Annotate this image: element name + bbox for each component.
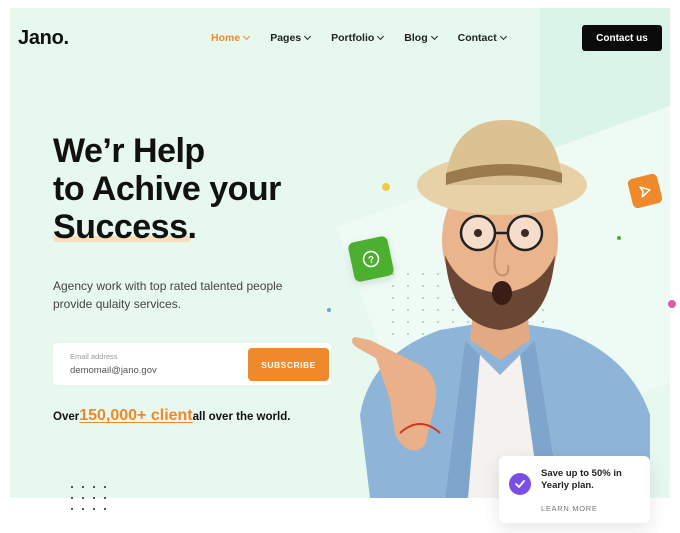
nav-item-label: Contact bbox=[457, 32, 497, 44]
headline-line: We’r Help bbox=[53, 132, 205, 170]
person-illustration bbox=[351, 120, 650, 498]
learn-more-link[interactable]: LEARN MORE bbox=[541, 504, 598, 513]
hero-subtext: Agency work with top rated talented peop… bbox=[53, 279, 283, 311]
nav-item-blog[interactable]: Blog bbox=[404, 32, 438, 44]
logo[interactable]: Jano. bbox=[18, 27, 69, 50]
contact-us-button[interactable]: Contact us bbox=[582, 25, 662, 51]
clients-count: 150,000+ client bbox=[79, 407, 193, 424]
check-icon bbox=[509, 473, 531, 495]
chevron-down-icon bbox=[243, 32, 251, 41]
nav-item-label: Blog bbox=[404, 32, 428, 44]
promo-title: Save up to 50% in Yearly plan. bbox=[541, 468, 622, 491]
promo-card: Save up to 50% in Yearly plan. LEARN MOR… bbox=[499, 456, 650, 523]
subscribe-button[interactable]: SUBSCRIBE bbox=[248, 348, 329, 381]
nav-item-label: Pages bbox=[270, 32, 302, 44]
clients-prefix: Over bbox=[53, 411, 80, 423]
nav-item-label: Home bbox=[211, 32, 241, 44]
nav-item-label: Portfolio bbox=[331, 32, 375, 44]
clients-suffix: all over the world. bbox=[192, 411, 291, 423]
dot-pattern bbox=[71, 486, 106, 510]
email-label: Email address bbox=[70, 352, 118, 361]
question-bubble-icon: ? bbox=[347, 235, 395, 283]
nav-item-portfolio[interactable]: Portfolio bbox=[331, 32, 385, 44]
hero-headline: We’r Help to Achive your Success. bbox=[53, 132, 281, 246]
svg-text:?: ? bbox=[367, 254, 375, 266]
headline-line: to Achive your bbox=[53, 170, 281, 208]
chevron-down-icon bbox=[430, 32, 438, 41]
decor-dot bbox=[668, 300, 676, 308]
nav-item-home[interactable]: Home bbox=[211, 32, 251, 44]
main-nav: Home Pages Portfolio Blog Contact bbox=[211, 32, 527, 44]
chevron-down-icon bbox=[304, 32, 312, 41]
nav-item-contact[interactable]: Contact bbox=[457, 32, 507, 44]
chevron-down-icon bbox=[377, 32, 385, 41]
headline-line: Success. bbox=[53, 208, 197, 246]
email-value: demomail@jano.gov bbox=[70, 365, 157, 376]
chevron-down-icon bbox=[499, 32, 507, 41]
clients-statement: Over150,000+ clientall over the world. bbox=[53, 407, 290, 425]
decor-dot bbox=[327, 308, 331, 312]
nav-item-pages[interactable]: Pages bbox=[270, 32, 312, 44]
